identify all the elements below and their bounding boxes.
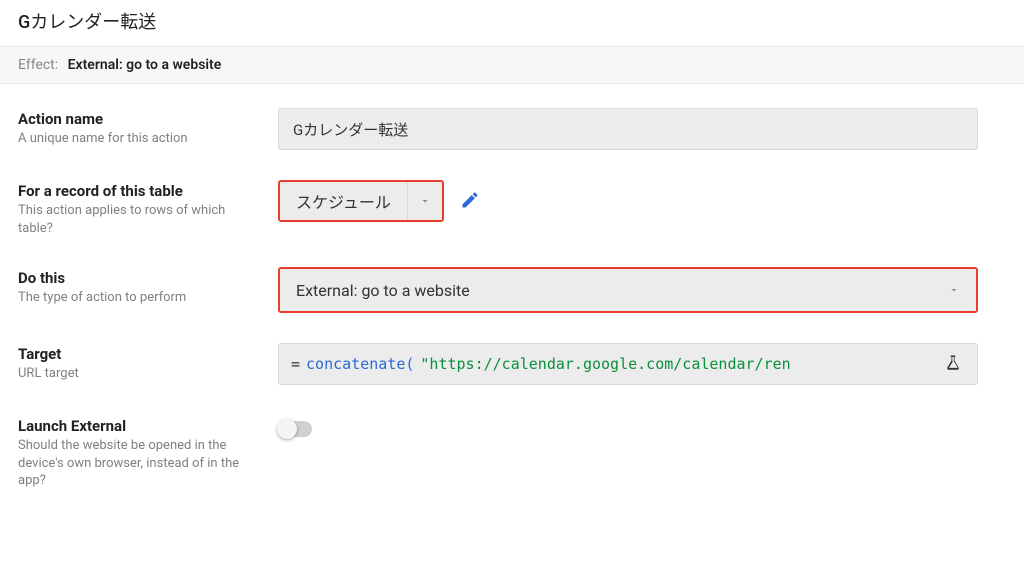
- flask-icon: [944, 354, 962, 375]
- field-desc: The type of action to perform: [18, 289, 254, 307]
- row-do-this: Do this The type of action to perform Ex…: [18, 267, 1006, 313]
- target-expression-input[interactable]: = concatenate( "https://calendar.google.c…: [278, 343, 978, 385]
- expr-eq: =: [291, 355, 300, 373]
- page-title: Gカレンダー転送: [18, 8, 1006, 34]
- label-col: Do this The type of action to perform: [18, 267, 278, 307]
- control-col: スケジュール: [278, 180, 1006, 222]
- row-action-name: Action name A unique name for this actio…: [18, 108, 1006, 150]
- effect-label: Effect:: [18, 57, 58, 73]
- table-select-value: スケジュール: [280, 182, 408, 220]
- label-col: Launch External Should the website be op…: [18, 415, 278, 490]
- pencil-icon: [460, 190, 480, 213]
- field-label: Launch External: [18, 417, 254, 435]
- form: Action name A unique name for this actio…: [0, 84, 1024, 518]
- field-desc: A unique name for this action: [18, 130, 254, 148]
- field-desc: Should the website be opened in the devi…: [18, 437, 254, 490]
- control-col: [278, 415, 1006, 437]
- control-col: External: go to a website: [278, 267, 1006, 313]
- row-target: Target URL target = concatenate( "https:/…: [18, 343, 1006, 385]
- field-desc: This action applies to rows of which tab…: [18, 202, 254, 237]
- do-this-select[interactable]: External: go to a website: [278, 267, 978, 313]
- label-col: Action name A unique name for this actio…: [18, 108, 278, 148]
- field-label: Do this: [18, 269, 254, 287]
- toggle-knob: [277, 419, 297, 439]
- field-label: Action name: [18, 110, 254, 128]
- row-table: For a record of this table This action a…: [18, 180, 1006, 237]
- do-this-value: External: go to a website: [296, 281, 470, 300]
- field-label: Target: [18, 345, 254, 363]
- row-launch-external: Launch External Should the website be op…: [18, 415, 1006, 490]
- control-col: = concatenate( "https://calendar.google.c…: [278, 343, 1006, 385]
- page-header: Gカレンダー転送: [0, 0, 1024, 47]
- field-label: For a record of this table: [18, 182, 254, 200]
- field-desc: URL target: [18, 365, 254, 383]
- chevron-down-icon: [948, 281, 960, 300]
- launch-external-toggle[interactable]: [278, 421, 312, 437]
- label-col: For a record of this table This action a…: [18, 180, 278, 237]
- action-name-value: Gカレンダー転送: [293, 119, 408, 140]
- control-col: Gカレンダー転送: [278, 108, 1006, 150]
- chevron-down-icon: [408, 182, 442, 220]
- label-col: Target URL target: [18, 343, 278, 383]
- expression-assistant-button[interactable]: [941, 352, 965, 376]
- effect-value: External: go to a website: [68, 57, 222, 73]
- expr-str: "https://calendar.google.com/calendar/re…: [420, 355, 790, 373]
- expr-func: concatenate(: [306, 355, 414, 373]
- edit-table-button[interactable]: [456, 187, 484, 215]
- table-select[interactable]: スケジュール: [278, 180, 444, 222]
- effect-bar: Effect: External: go to a website: [0, 47, 1024, 84]
- action-name-input[interactable]: Gカレンダー転送: [278, 108, 978, 150]
